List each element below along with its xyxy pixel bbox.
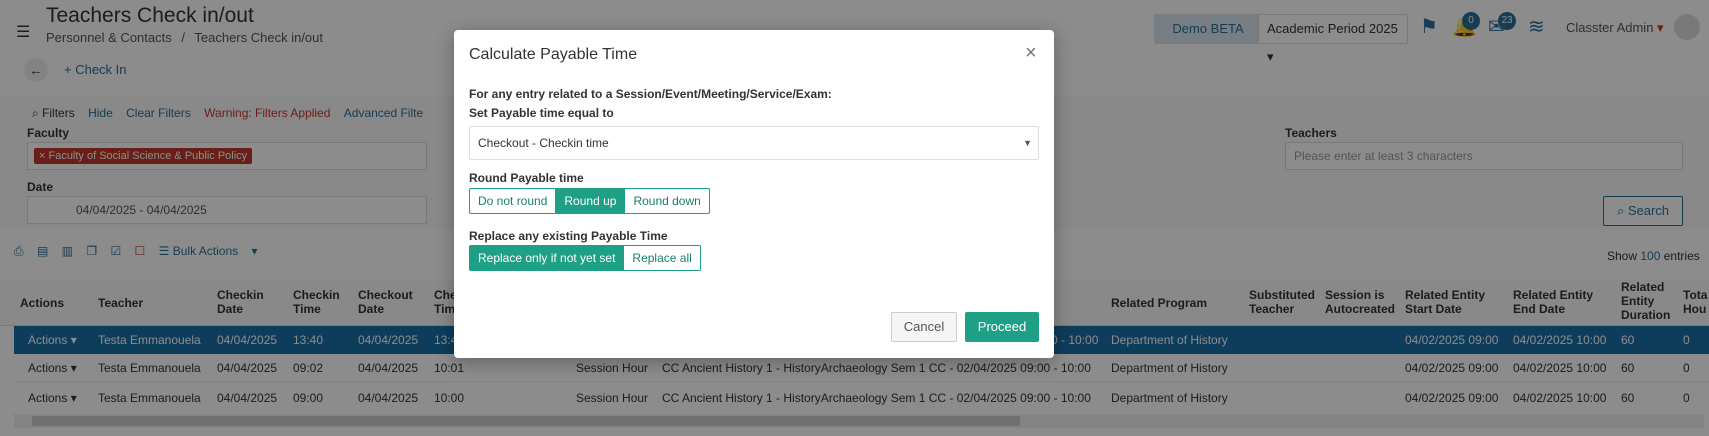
replace-if-not-set-button[interactable]: Replace only if not yet set: [469, 245, 625, 271]
replace-label: Replace any existing Payable Time: [469, 229, 668, 243]
replace-all-button[interactable]: Replace all: [623, 245, 701, 271]
cancel-button[interactable]: Cancel: [891, 312, 957, 342]
do-not-round-button[interactable]: Do not round: [469, 188, 557, 214]
round-up-button[interactable]: Round up: [555, 188, 626, 214]
payable-time-value: Checkout - Checkin time: [478, 136, 609, 150]
dialog-title: Calculate Payable Time: [469, 46, 638, 63]
proceed-button[interactable]: Proceed: [965, 312, 1039, 342]
payable-time-select[interactable]: Checkout - Checkin time ▼: [469, 126, 1039, 160]
close-icon[interactable]: ×: [1025, 42, 1037, 65]
dialog-intro: For any entry related to a Session/Event…: [469, 87, 832, 101]
replace-options-group: Replace only if not yet set Replace all: [469, 245, 701, 271]
calculate-payable-time-dialog: Calculate Payable Time × For any entry r…: [454, 30, 1054, 358]
set-payable-label: Set Payable time equal to: [469, 106, 614, 120]
round-down-button[interactable]: Round down: [624, 188, 710, 214]
round-options-group: Do not round Round up Round down: [469, 188, 710, 214]
round-label: Round Payable time: [469, 171, 584, 185]
chevron-down-icon: ▼: [1023, 138, 1032, 148]
